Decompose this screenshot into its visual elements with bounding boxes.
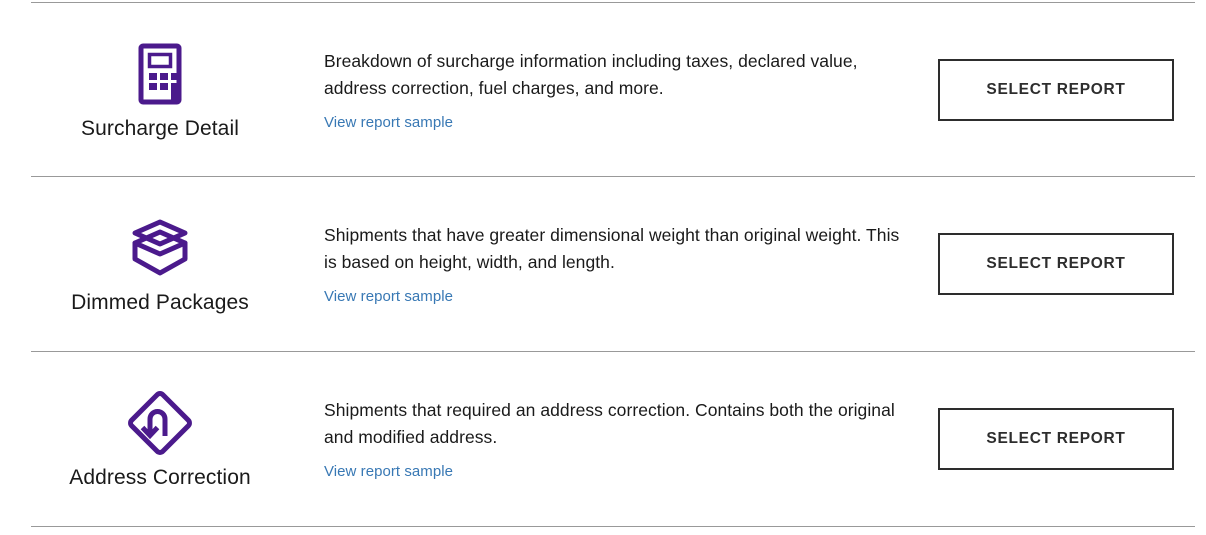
select-report-button[interactable]: SELECT REPORT: [938, 233, 1174, 295]
report-description-block: Shipments that required an address corre…: [324, 352, 904, 526]
select-report-button[interactable]: SELECT REPORT: [938, 59, 1174, 121]
report-action-block: SELECT REPORT: [938, 177, 1176, 351]
report-description-block: Breakdown of surcharge information inclu…: [324, 3, 904, 177]
report-description: Breakdown of surcharge information inclu…: [324, 51, 858, 98]
row-divider-bottom: [31, 526, 1195, 527]
report-row: Surcharge Detail Breakdown of surcharge …: [0, 3, 1206, 177]
report-list: Surcharge Detail Breakdown of surcharge …: [0, 0, 1206, 535]
report-action-block: SELECT REPORT: [938, 352, 1176, 526]
report-row: Dimmed Packages Shipments that have grea…: [0, 177, 1206, 351]
report-row: Address Correction Shipments that requir…: [0, 352, 1206, 526]
report-description-block: Shipments that have greater dimensional …: [324, 177, 904, 351]
view-report-sample-link[interactable]: View report sample: [324, 287, 453, 306]
view-report-sample-link[interactable]: View report sample: [324, 462, 453, 481]
report-icon-block-address-correction: Address Correction: [20, 352, 300, 526]
view-report-sample-link[interactable]: View report sample: [324, 113, 453, 132]
open-box-icon: [124, 212, 196, 284]
report-icon-block-surcharge-detail: Surcharge Detail: [20, 3, 300, 177]
address-correction-uturn-icon: [124, 387, 196, 459]
calculator-icon: [124, 38, 196, 110]
report-name: Dimmed Packages: [71, 291, 249, 314]
select-report-button[interactable]: SELECT REPORT: [938, 408, 1174, 470]
report-name: Surcharge Detail: [80, 117, 239, 140]
report-icon-block-dimmed-packages: Dimmed Packages: [20, 177, 300, 351]
report-name: Address Correction: [69, 466, 251, 489]
report-description: Shipments that have greater dimensional …: [324, 225, 900, 272]
report-action-block: SELECT REPORT: [938, 3, 1176, 177]
report-description: Shipments that required an address corre…: [324, 400, 895, 447]
